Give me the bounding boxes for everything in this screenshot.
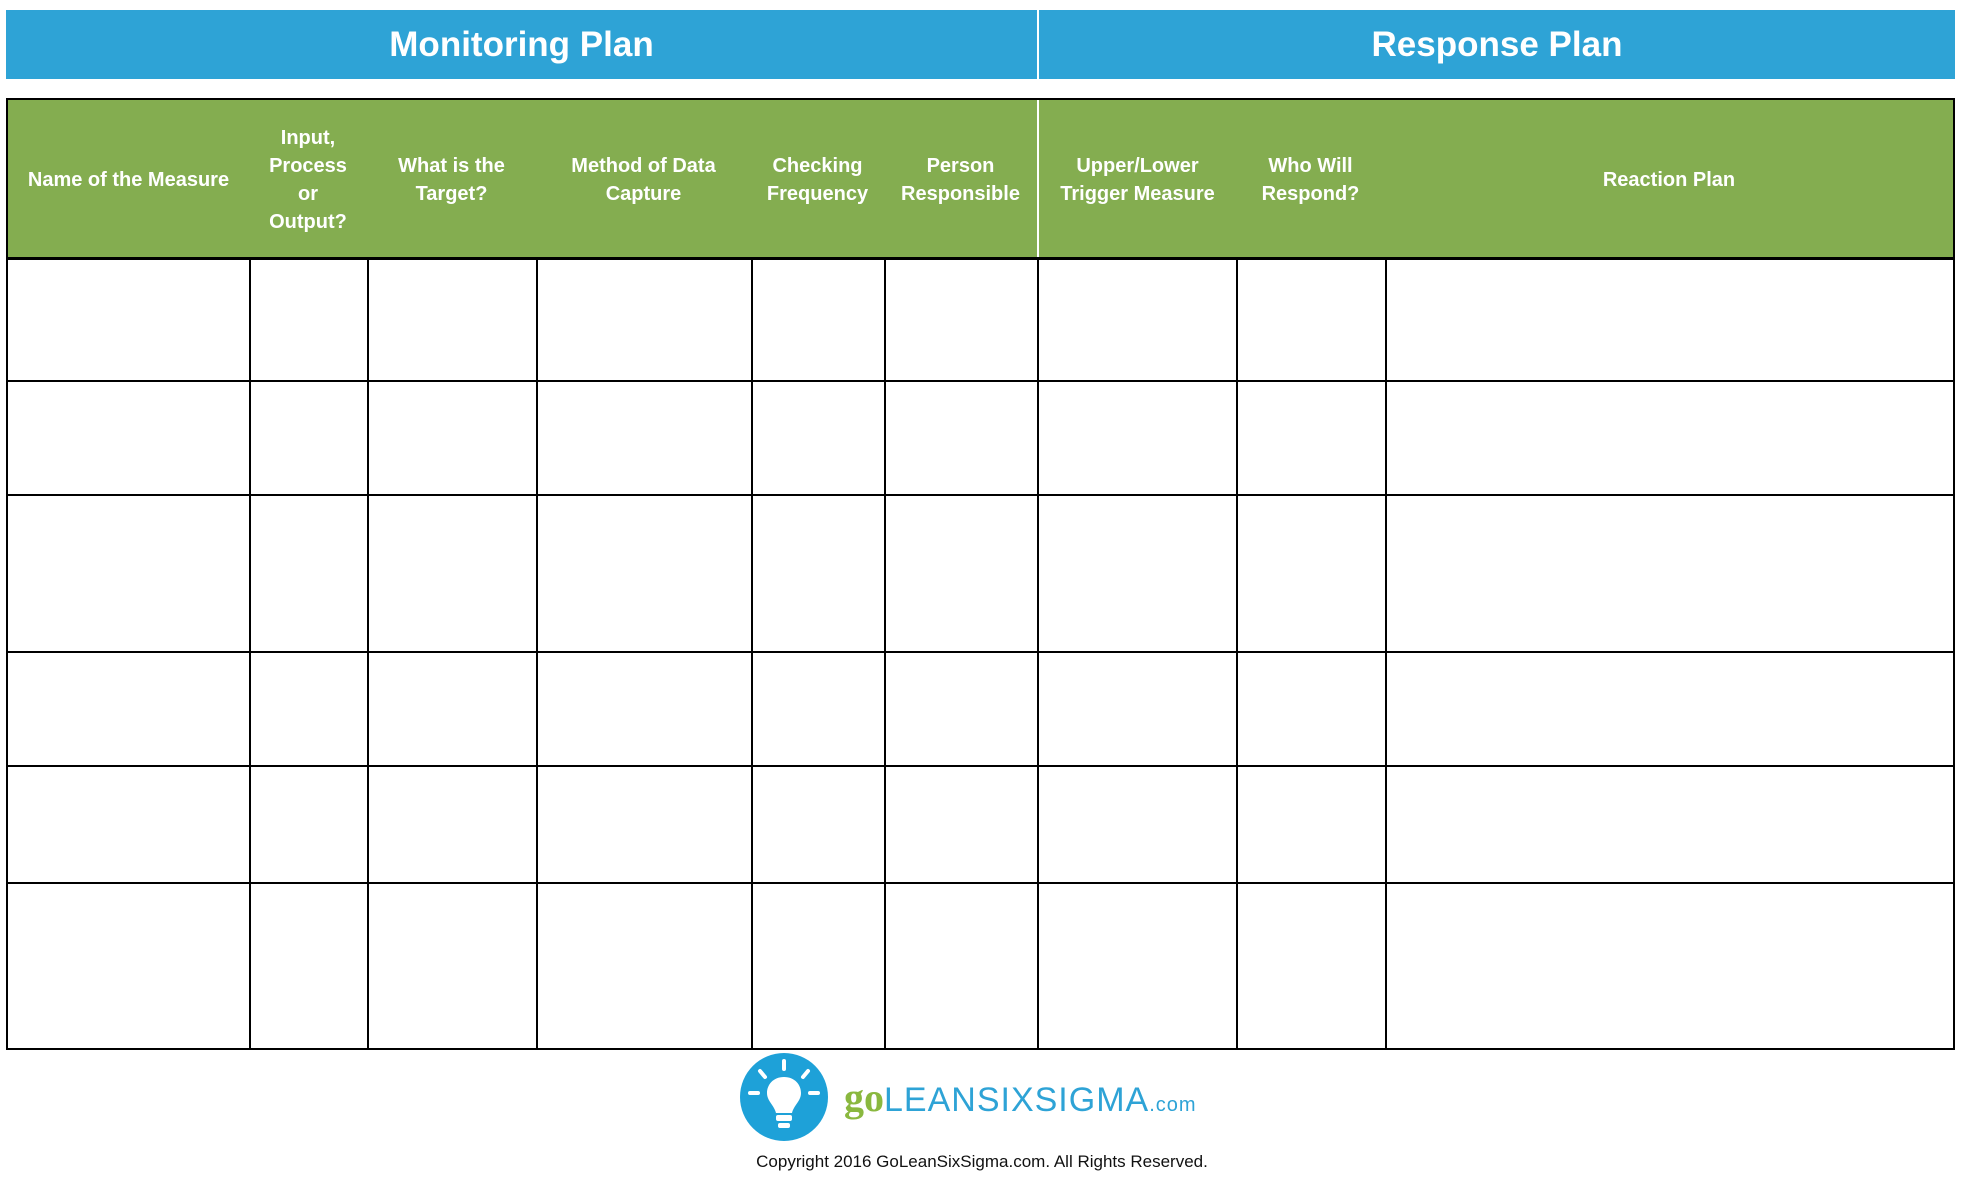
table-cell[interactable] — [1238, 653, 1385, 765]
table-cell[interactable] — [369, 382, 536, 494]
table-cell[interactable] — [886, 496, 1037, 651]
table-cell[interactable] — [886, 884, 1037, 1048]
table-cell[interactable] — [251, 382, 367, 494]
row-divider — [8, 1048, 1953, 1050]
table-cell[interactable] — [886, 767, 1037, 882]
table-cell[interactable] — [1387, 767, 1953, 882]
table-cell[interactable] — [1387, 259, 1953, 380]
table-cell[interactable] — [1039, 653, 1236, 765]
table-cell[interactable] — [538, 382, 751, 494]
table-cell[interactable] — [251, 767, 367, 882]
table-cell[interactable] — [1039, 884, 1236, 1048]
control-plan-table: Name of the Measure Input, Process or Output… — [6, 98, 1955, 1050]
table-cell[interactable] — [1039, 496, 1236, 651]
table-cell[interactable] — [251, 884, 367, 1048]
table-cell[interactable] — [1238, 884, 1385, 1048]
table-cell[interactable] — [10, 496, 249, 651]
table-cell[interactable] — [538, 767, 751, 882]
goleansixsigma-logo: goLEANSIXSIGMA.com — [740, 1052, 1220, 1142]
table-cell[interactable] — [886, 382, 1037, 494]
table-cell[interactable] — [1238, 259, 1385, 380]
column-header-label: Checking Frequency — [766, 154, 869, 205]
table-cell[interactable] — [753, 259, 884, 380]
column-header: Input, Process or Output? — [249, 100, 367, 259]
table-cell[interactable] — [1387, 653, 1953, 765]
column-header-label: Method of Data Capture — [571, 154, 716, 205]
table-cell[interactable] — [1238, 767, 1385, 882]
table-cell[interactable] — [753, 653, 884, 765]
table-cell[interactable] — [1238, 382, 1385, 494]
table-cell[interactable] — [753, 884, 884, 1048]
table-cell[interactable] — [753, 496, 884, 651]
table-cell[interactable] — [369, 767, 536, 882]
table-cell[interactable] — [10, 382, 249, 494]
column-header: Name of the Measure — [8, 100, 249, 259]
column-header: Method of Data Capture — [536, 100, 751, 259]
column-header-label: Person Responsible — [901, 154, 1020, 205]
table-cell[interactable] — [10, 653, 249, 765]
table-cell[interactable] — [753, 382, 884, 494]
table-cell[interactable] — [1238, 496, 1385, 651]
table-cell[interactable] — [369, 496, 536, 651]
table-cell[interactable] — [886, 259, 1037, 380]
logo-wordmark: goLEANSIXSIGMA.com — [844, 1074, 1197, 1120]
column-header-label: Upper/Lower Trigger Measure — [1060, 154, 1215, 205]
response-plan-title: Response Plan — [1371, 24, 1623, 64]
table-cell[interactable] — [251, 259, 367, 380]
table-cell[interactable] — [1387, 496, 1953, 651]
column-header: Checking Frequency — [751, 100, 884, 259]
column-header-label: Who Will Respond? — [1261, 154, 1360, 205]
table-cell[interactable] — [1039, 382, 1236, 494]
table-cell[interactable] — [538, 653, 751, 765]
table-cell[interactable] — [369, 884, 536, 1048]
table-cell[interactable] — [369, 653, 536, 765]
table-cell[interactable] — [251, 496, 367, 651]
table-cell[interactable] — [1039, 259, 1236, 380]
table-cell[interactable] — [1387, 382, 1953, 494]
column-header-label: Input, Process or Output? — [269, 126, 347, 233]
monitoring-plan-banner: Monitoring Plan — [6, 10, 1037, 79]
response-plan-banner: Response Plan — [1039, 10, 1955, 79]
table-cell[interactable] — [538, 496, 751, 651]
table-cell[interactable] — [538, 884, 751, 1048]
table-cell[interactable] — [886, 653, 1037, 765]
lightbulb-icon — [740, 1053, 828, 1141]
column-header-label: What is the Target? — [398, 154, 505, 205]
column-header-label: Name of the Measure — [27, 168, 230, 191]
table-cell[interactable] — [1387, 884, 1953, 1048]
table-cell[interactable] — [753, 767, 884, 882]
copyright-text: Copyright 2016 GoLeanSixSigma.com. All R… — [756, 1152, 1208, 1171]
table-cell[interactable] — [10, 884, 249, 1048]
table-cell[interactable] — [538, 259, 751, 380]
column-header: Reaction Plan — [1385, 100, 1953, 259]
table-cell[interactable] — [251, 653, 367, 765]
column-header: Who Will Respond? — [1236, 100, 1385, 259]
table-cell[interactable] — [10, 767, 249, 882]
column-header: Person Responsible — [884, 100, 1037, 259]
table-cell[interactable] — [1039, 767, 1236, 882]
monitoring-plan-title: Monitoring Plan — [389, 24, 654, 64]
table-cell[interactable] — [10, 259, 249, 380]
column-header: What is the Target? — [367, 100, 536, 259]
table-cell[interactable] — [369, 259, 536, 380]
column-header: Upper/Lower Trigger Measure — [1037, 100, 1236, 259]
column-header-label: Reaction Plan — [1602, 168, 1736, 191]
